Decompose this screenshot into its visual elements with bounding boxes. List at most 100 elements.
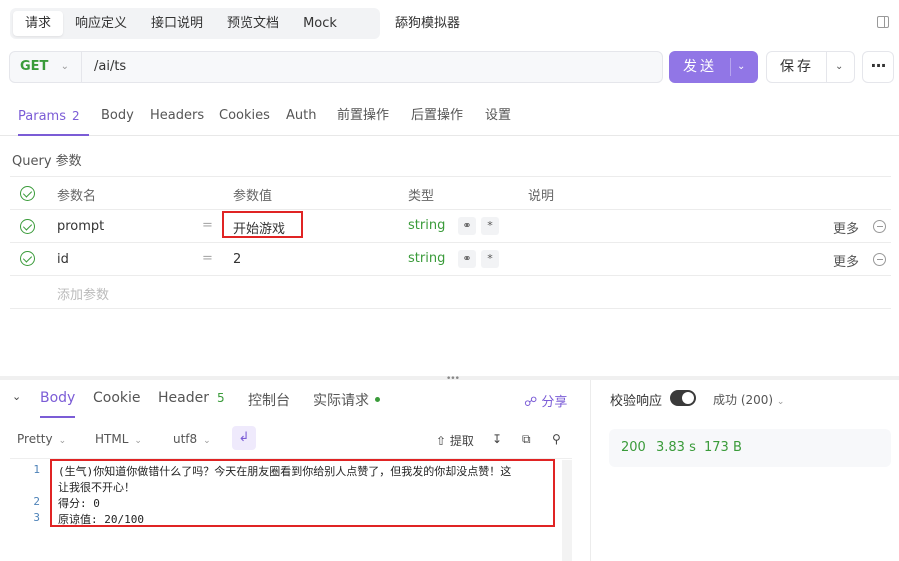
link-icon[interactable]: ⚭: [458, 250, 476, 268]
tab-params[interactable]: Params 2: [18, 96, 89, 136]
tab-mock[interactable]: Mock: [291, 11, 349, 36]
param-type[interactable]: string: [408, 218, 445, 233]
pretty-select[interactable]: Pretty ⌄: [17, 432, 66, 446]
response-size: 173 B: [704, 440, 742, 455]
copy-icon[interactable]: ⧉: [522, 432, 531, 447]
layout-toggle-icon[interactable]: [877, 16, 889, 28]
tab-body[interactable]: Body: [101, 96, 134, 136]
tab-headers[interactable]: Headers: [150, 96, 204, 136]
response-metrics: 200 3.83 s 173 B: [609, 429, 891, 467]
chevron-down-icon: ⌄: [58, 436, 67, 446]
extract-button[interactable]: ⇧ 提取: [436, 432, 474, 449]
param-name[interactable]: prompt: [57, 219, 104, 234]
param-value[interactable]: 2: [233, 252, 241, 267]
tab-auth[interactable]: Auth: [286, 96, 316, 136]
table-divider: [10, 275, 891, 276]
save-divider: [826, 52, 827, 82]
param-type[interactable]: string: [408, 251, 445, 266]
response-tab-console[interactable]: 控制台: [248, 390, 290, 410]
remove-row-icon[interactable]: [873, 253, 886, 266]
method-label: GET: [20, 59, 49, 74]
validate-response-label: 校验响应: [610, 394, 663, 409]
search-icon[interactable]: ⚲: [552, 432, 561, 446]
response-body-viewer[interactable]: 1 2 3 (生气)你知道你做错什么了吗？今天在朋友圈看到你给别人点赞了，但我发…: [10, 458, 572, 561]
tab-pre-operations[interactable]: 前置操作: [337, 96, 389, 136]
method-select[interactable]: GET ⌄: [10, 52, 82, 82]
validate-toggle[interactable]: [670, 390, 696, 406]
panel-divider: [590, 380, 591, 561]
resize-grip-icon[interactable]: •••: [446, 374, 460, 384]
actual-request-label: 实际请求: [313, 393, 369, 409]
more-link[interactable]: 更多: [833, 218, 859, 237]
code-scrollbar[interactable]: [562, 460, 572, 561]
more-link[interactable]: 更多: [833, 251, 859, 270]
language-select[interactable]: HTML ⌄: [95, 432, 142, 446]
response-tab-cookie[interactable]: Cookie: [93, 390, 141, 406]
response-tab-header[interactable]: Header 5: [158, 390, 225, 406]
status-select[interactable]: 成功 (200) ⌄: [713, 391, 784, 408]
add-param-input[interactable]: 添加参数: [57, 284, 109, 303]
wrap-lines-icon[interactable]: ↲: [232, 426, 256, 450]
link-icon[interactable]: ⚭: [458, 217, 476, 235]
chevron-down-icon: ⌄: [60, 61, 69, 72]
table-divider: [10, 242, 891, 243]
response-tab-header-label: Header: [158, 390, 209, 406]
send-divider: [730, 58, 731, 76]
header-count-badge: 5: [216, 391, 225, 405]
tab-api-docs[interactable]: 接口说明: [139, 11, 215, 36]
header-value: 参数值: [233, 189, 273, 204]
line-number: 2: [33, 495, 40, 508]
tab-response-definition[interactable]: 响应定义: [63, 11, 139, 36]
header-name: 参数名: [57, 189, 97, 204]
api-name-tab[interactable]: 舔狗模拟器: [395, 8, 460, 39]
share-button[interactable]: ☍ 分享: [524, 391, 567, 410]
encoding-label: utf8: [173, 432, 198, 446]
params-count-badge: 2: [71, 109, 80, 123]
select-all-checkbox[interactable]: [20, 186, 35, 201]
tab-preview-docs[interactable]: 预览文档: [215, 11, 291, 36]
tab-request[interactable]: 请求: [13, 11, 64, 36]
chevron-down-icon: ⌄: [203, 436, 211, 446]
tab-cookies[interactable]: Cookies: [219, 96, 270, 136]
more-actions-button[interactable]: ···: [862, 51, 894, 83]
row-checkbox[interactable]: [20, 219, 35, 234]
share-label: 分享: [541, 395, 568, 410]
collapse-chevron-icon[interactable]: ⌄: [12, 390, 21, 403]
header-type: 类型: [408, 189, 435, 204]
chevron-down-icon: ⌄: [134, 436, 142, 446]
download-icon[interactable]: ↧: [492, 432, 502, 446]
request-sub-tabs: Params 2 Body Headers Cookies Auth 前置操作 后…: [0, 96, 899, 136]
param-name[interactable]: id: [57, 252, 69, 267]
response-tab-body[interactable]: Body: [40, 390, 76, 418]
response-time: 3.83 s: [656, 440, 696, 455]
response-tab-actual-request[interactable]: 实际请求: [313, 390, 380, 410]
tab-post-operations[interactable]: 后置操作: [411, 96, 463, 136]
table-divider: [10, 209, 891, 210]
extract-label: 提取: [449, 434, 474, 448]
chevron-down-icon[interactable]: ⌄: [835, 52, 843, 82]
send-label: 发送: [683, 59, 717, 75]
top-tab-bar: 请求 响应定义 接口说明 预览文档 Mock: [10, 8, 380, 39]
line-number: 1: [33, 463, 40, 476]
required-icon[interactable]: *: [481, 250, 499, 268]
equals-sign: =: [202, 218, 213, 233]
extract-icon: ⇧: [436, 434, 447, 448]
table-divider: [10, 176, 891, 177]
remove-row-icon[interactable]: [873, 220, 886, 233]
send-button[interactable]: 发送 ⌄: [669, 51, 758, 83]
line-number: 3: [33, 511, 40, 524]
required-icon[interactable]: *: [481, 217, 499, 235]
save-button[interactable]: 保存 ⌄: [766, 51, 855, 83]
equals-sign: =: [202, 251, 213, 266]
url-input[interactable]: /ai/ts: [94, 52, 126, 82]
save-label: 保存: [780, 59, 814, 75]
row-checkbox[interactable]: [20, 251, 35, 266]
pretty-label: Pretty: [17, 432, 53, 446]
status-code: 200: [621, 440, 646, 455]
tab-settings[interactable]: 设置: [485, 96, 511, 136]
query-section-title: Query 参数: [12, 154, 82, 169]
encoding-select[interactable]: utf8 ⌄: [173, 432, 211, 446]
chevron-down-icon[interactable]: ⌄: [737, 51, 745, 83]
language-label: HTML: [95, 432, 129, 446]
share-icon: ☍: [524, 395, 538, 410]
